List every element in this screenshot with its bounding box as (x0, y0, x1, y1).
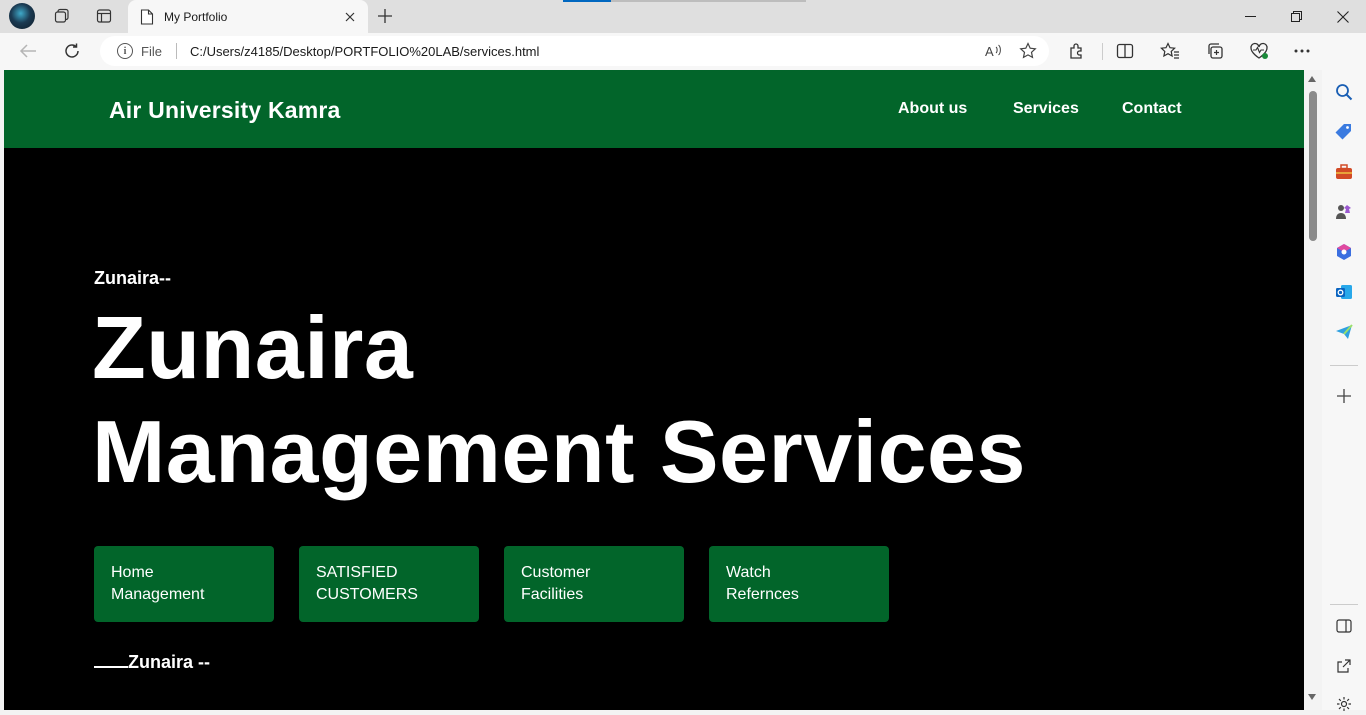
card-line: Watch (726, 564, 771, 581)
nav-about-us[interactable]: About us (898, 100, 967, 118)
restore-icon[interactable] (1273, 0, 1319, 33)
site-header: Air University Kamra About us Services C… (4, 70, 1304, 148)
games-icon[interactable] (1333, 201, 1355, 223)
drop-icon[interactable] (1333, 321, 1355, 343)
star-icon[interactable] (1015, 38, 1041, 64)
tab-strip: My Portfolio (0, 0, 1366, 33)
edge-sidebar (1322, 33, 1366, 711)
footer-text: Zunaira -- (128, 652, 211, 672)
vertical-tabs-icon[interactable] (92, 5, 116, 27)
settings-icon[interactable] (1333, 693, 1355, 715)
hero-title-line-1: Zunaira (92, 298, 414, 397)
microsoft365-icon[interactable] (1333, 241, 1355, 263)
back-arrow-icon[interactable] (13, 37, 43, 65)
shopping-tag-icon[interactable] (1333, 121, 1355, 143)
minimize-icon[interactable] (1227, 0, 1273, 33)
card-customer-facilities[interactable]: Customer Facilities (504, 546, 684, 622)
scroll-up-arrow-icon[interactable] (1308, 76, 1316, 82)
more-icon[interactable] (1287, 37, 1317, 65)
hero-title-line-2: Management Services (92, 402, 1026, 501)
card-line: SATISFIED (316, 564, 398, 581)
card-line: Management (111, 586, 205, 603)
workspaces-icon[interactable] (50, 5, 74, 27)
new-tab-button[interactable] (374, 5, 396, 27)
sidebar-divider (1330, 365, 1358, 366)
close-window-icon[interactable] (1320, 0, 1366, 33)
address-bar[interactable]: i File C:/Users/z4185/Desktop/PORTFOLIO%… (100, 36, 1049, 66)
card-line: Facilities (521, 586, 584, 603)
address-divider (175, 43, 177, 59)
collections-icon[interactable] (1200, 37, 1230, 65)
refresh-icon[interactable] (57, 37, 87, 65)
sidebar-divider (1330, 604, 1358, 605)
card-line: CUSTOMERS (316, 586, 418, 603)
page-viewport: Air University Kamra About us Services C… (4, 70, 1304, 710)
tab-scroll-indicator (563, 0, 611, 2)
profile-avatar[interactable] (9, 3, 35, 29)
tools-icon[interactable] (1333, 161, 1355, 183)
puzzle-icon[interactable] (1062, 37, 1092, 65)
card-home-management[interactable]: Home Management (94, 546, 274, 622)
hero-eyebrow: Zunaira-- (94, 268, 172, 288)
site-brand[interactable]: Air University Kamra (109, 97, 341, 124)
card-watch-refernces[interactable]: Watch Refernces (709, 546, 889, 622)
nav-services[interactable]: Services (1013, 100, 1079, 118)
footer-signature: Zunaira -- (94, 652, 210, 673)
card-line: Customer (521, 564, 591, 581)
tab-title: My Portfolio (164, 9, 228, 24)
open-external-icon[interactable] (1333, 655, 1355, 677)
split-screen-icon[interactable] (1110, 37, 1140, 65)
scroll-thumb[interactable] (1309, 91, 1317, 241)
svg-text:A: A (985, 44, 994, 59)
card-line: Home (111, 564, 154, 581)
site-info-icon[interactable]: i (117, 43, 133, 59)
page-icon (140, 8, 154, 25)
underline-decoration (94, 654, 128, 668)
hero-title: Zunaira Management Services (92, 296, 1026, 504)
outlook-icon[interactable] (1333, 281, 1355, 303)
favorites-icon[interactable] (1155, 37, 1185, 65)
hide-sidebar-icon[interactable] (1333, 615, 1355, 637)
add-icon[interactable] (1333, 385, 1355, 407)
browser-toolbar: i File C:/Users/z4185/Desktop/PORTFOLIO%… (0, 33, 1366, 70)
scheme-label: File (141, 43, 162, 59)
scroll-down-arrow-icon[interactable] (1308, 694, 1316, 700)
heart-pulse-icon[interactable] (1244, 37, 1274, 65)
card-satisfied-customers[interactable]: SATISFIED CUSTOMERS (299, 546, 479, 622)
tab-my-portfolio[interactable]: My Portfolio (128, 0, 368, 33)
card-line: Refernces (726, 586, 799, 603)
read-aloud-icon[interactable]: A (981, 38, 1007, 64)
service-cards: Home Management SATISFIED CUSTOMERS Cust… (94, 546, 889, 622)
url-text[interactable]: C:/Users/z4185/Desktop/PORTFOLIO%20LAB/s… (190, 44, 981, 59)
search-icon[interactable] (1333, 81, 1355, 103)
tab-scroll-track (611, 0, 806, 2)
toolbar-divider (1102, 43, 1103, 60)
page-scrollbar[interactable] (1304, 70, 1322, 710)
close-tab-icon[interactable] (340, 7, 360, 27)
nav-contact[interactable]: Contact (1122, 100, 1182, 118)
